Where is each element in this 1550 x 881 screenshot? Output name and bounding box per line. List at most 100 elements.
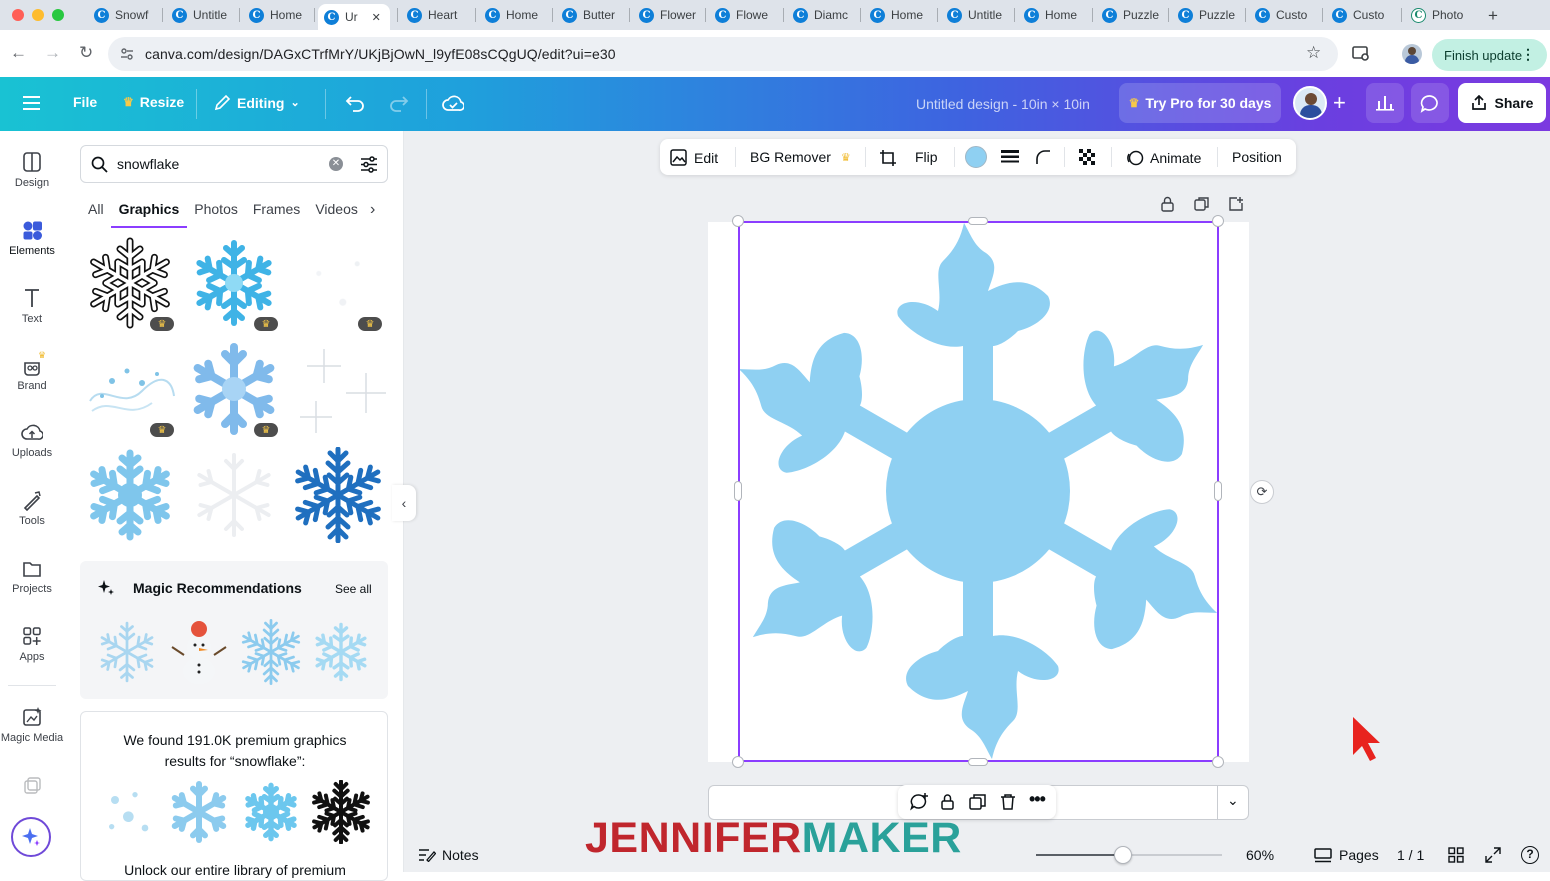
rail-item-design[interactable]: Design (0, 151, 64, 189)
resize-handle-bottom[interactable] (968, 758, 988, 766)
filter-tab-graphics[interactable]: Graphics (110, 201, 188, 228)
browser-tab[interactable]: C Flowe (709, 4, 779, 26)
help-icon[interactable]: ? (1521, 846, 1539, 864)
crop-button[interactable] (879, 149, 897, 167)
add-collaborator-icon[interactable]: + (1333, 90, 1346, 116)
grid-view-icon[interactable] (1448, 847, 1464, 863)
graphic-dark-blue-snowflake[interactable] (290, 446, 386, 543)
flip-button[interactable]: Flip (915, 149, 938, 165)
browser-tab[interactable]: C Photo (1405, 4, 1475, 26)
notes-button[interactable]: Notes (418, 847, 479, 863)
resize-handle-top-left[interactable] (732, 215, 744, 227)
position-button[interactable]: Position (1232, 149, 1282, 165)
reload-icon[interactable]: ↻ (79, 43, 93, 63)
delete-element-icon[interactable] (1000, 793, 1016, 811)
filter-sliders-icon[interactable] (360, 156, 378, 173)
collapse-panel-button[interactable]: ‹ (392, 485, 416, 521)
duplicate-page-icon[interactable] (1194, 196, 1210, 212)
graphic-blue-crystal-snowflake[interactable]: ♛ (186, 235, 282, 331)
more-options-icon[interactable]: ••• (1029, 789, 1046, 810)
rail-item-tools[interactable]: Tools (0, 489, 64, 527)
editing-mode-button[interactable]: Editing ⌄ (214, 94, 300, 111)
stack-icon[interactable] (23, 777, 41, 795)
bookmark-star-icon[interactable]: ☆ (1306, 43, 1321, 63)
lock-element-icon[interactable] (940, 793, 955, 810)
cast-icon[interactable] (1352, 46, 1370, 62)
zoom-level[interactable]: 60% (1246, 847, 1274, 863)
rotate-handle[interactable]: ⟳ (1250, 480, 1274, 504)
resize-handle-top-right[interactable] (1212, 215, 1224, 227)
site-settings-icon[interactable] (120, 47, 134, 61)
graphic-outline-snowflake[interactable]: ♛ (82, 235, 178, 331)
browser-tab[interactable]: C Puzzle (1172, 4, 1242, 26)
recommended-snowman[interactable] (166, 619, 232, 685)
add-page-icon[interactable] (1228, 196, 1244, 212)
premium-snowflake-4[interactable] (309, 780, 373, 844)
browser-tab[interactable]: C Custo (1249, 4, 1319, 26)
browser-tab[interactable]: C Untitle (941, 4, 1011, 26)
hamburger-menu-icon[interactable] (23, 96, 40, 110)
redo-icon[interactable] (389, 94, 409, 112)
premium-snowflake-1[interactable] (95, 780, 159, 844)
graphic-light-blue-snowflake[interactable] (82, 447, 178, 543)
browser-tab[interactable]: C Diamc (787, 4, 857, 26)
duplicate-element-icon[interactable] (969, 793, 987, 811)
filter-tab-all[interactable]: All (88, 201, 104, 228)
close-tab-icon[interactable]: ✕ (372, 11, 381, 24)
browser-tab[interactable]: C Untitle (166, 4, 236, 26)
new-tab-button[interactable]: + (1482, 5, 1498, 27)
clear-search-icon[interactable]: ✕ (329, 157, 343, 171)
rail-item-uploads[interactable]: Uploads (0, 421, 64, 459)
forward-icon[interactable]: → (44, 43, 61, 63)
browser-tab[interactable]: C Puzzle (1096, 4, 1166, 26)
corner-rounding-icon[interactable] (1035, 149, 1051, 165)
share-button[interactable]: Share (1458, 83, 1546, 123)
browser-tab[interactable]: C Home (479, 4, 549, 26)
graphic-sparkle-stars[interactable] (290, 341, 386, 437)
search-input[interactable]: snowflake (117, 156, 179, 172)
see-all-link[interactable]: See all (335, 582, 372, 596)
bg-remover-button[interactable]: BG Remover ♛ (750, 149, 851, 165)
selection-frame[interactable] (738, 221, 1219, 762)
browser-tab[interactable]: C Home (1018, 4, 1088, 26)
search-box[interactable]: snowflake ✕ (80, 145, 388, 183)
resize-button[interactable]: ♛ Resize (123, 94, 184, 110)
graphic-snow-swirl[interactable]: ♛ (82, 341, 178, 437)
rail-item-text[interactable]: Text (0, 287, 64, 325)
filter-tab-frames[interactable]: Frames (253, 201, 300, 228)
zoom-window-button[interactable] (52, 9, 64, 21)
premium-snowflake-3[interactable] (239, 780, 303, 844)
insights-button[interactable] (1366, 83, 1404, 123)
zoom-slider-thumb[interactable] (1114, 846, 1132, 864)
resize-handle-right[interactable] (1214, 481, 1222, 501)
browser-tab[interactable]: C Butter (556, 4, 626, 26)
filter-tab-photos[interactable]: Photos (194, 201, 238, 228)
rail-item-brand[interactable]: Brand ♛ (0, 350, 64, 392)
resize-handle-left[interactable] (734, 481, 742, 501)
url-bar[interactable]: canva.com/design/DAGxCTrfMrY/UKjBjOwN_l9… (108, 37, 1338, 71)
browser-tab[interactable]: C Flower (633, 4, 703, 26)
lock-page-icon[interactable] (1160, 196, 1175, 212)
browser-tab[interactable]: C Home (864, 4, 934, 26)
recommended-snowflake-1[interactable] (94, 619, 160, 685)
pages-button[interactable]: Pages (1314, 847, 1379, 863)
resize-handle-bottom-right[interactable] (1212, 756, 1224, 768)
design-title[interactable]: Untitled design - 10in × 10in (916, 96, 1090, 112)
chevron-down-icon[interactable]: ⌄ (1227, 792, 1239, 809)
browser-tab[interactable]: C Home (243, 4, 313, 26)
transparency-icon[interactable] (1079, 149, 1097, 167)
rail-item-elements[interactable]: Elements (0, 219, 64, 257)
comments-button[interactable] (1411, 83, 1449, 123)
canva-assistant-button[interactable] (11, 817, 51, 857)
chevron-right-icon[interactable]: › (370, 201, 375, 219)
premium-snowflake-2[interactable] (167, 780, 231, 844)
graphic-faint-snow-pattern[interactable]: ♛ (290, 235, 386, 331)
border-style-icon[interactable] (1001, 150, 1019, 164)
rail-item-apps[interactable]: Apps (0, 625, 64, 663)
rail-item-projects[interactable]: Projects (0, 557, 64, 595)
browser-tab[interactable]: C Ur ✕ (318, 4, 390, 30)
graphic-faint-snowflake[interactable] (186, 447, 282, 543)
fullscreen-icon[interactable] (1485, 847, 1501, 863)
file-menu-button[interactable]: File (73, 94, 97, 110)
animate-button[interactable]: Animate (1126, 149, 1201, 167)
